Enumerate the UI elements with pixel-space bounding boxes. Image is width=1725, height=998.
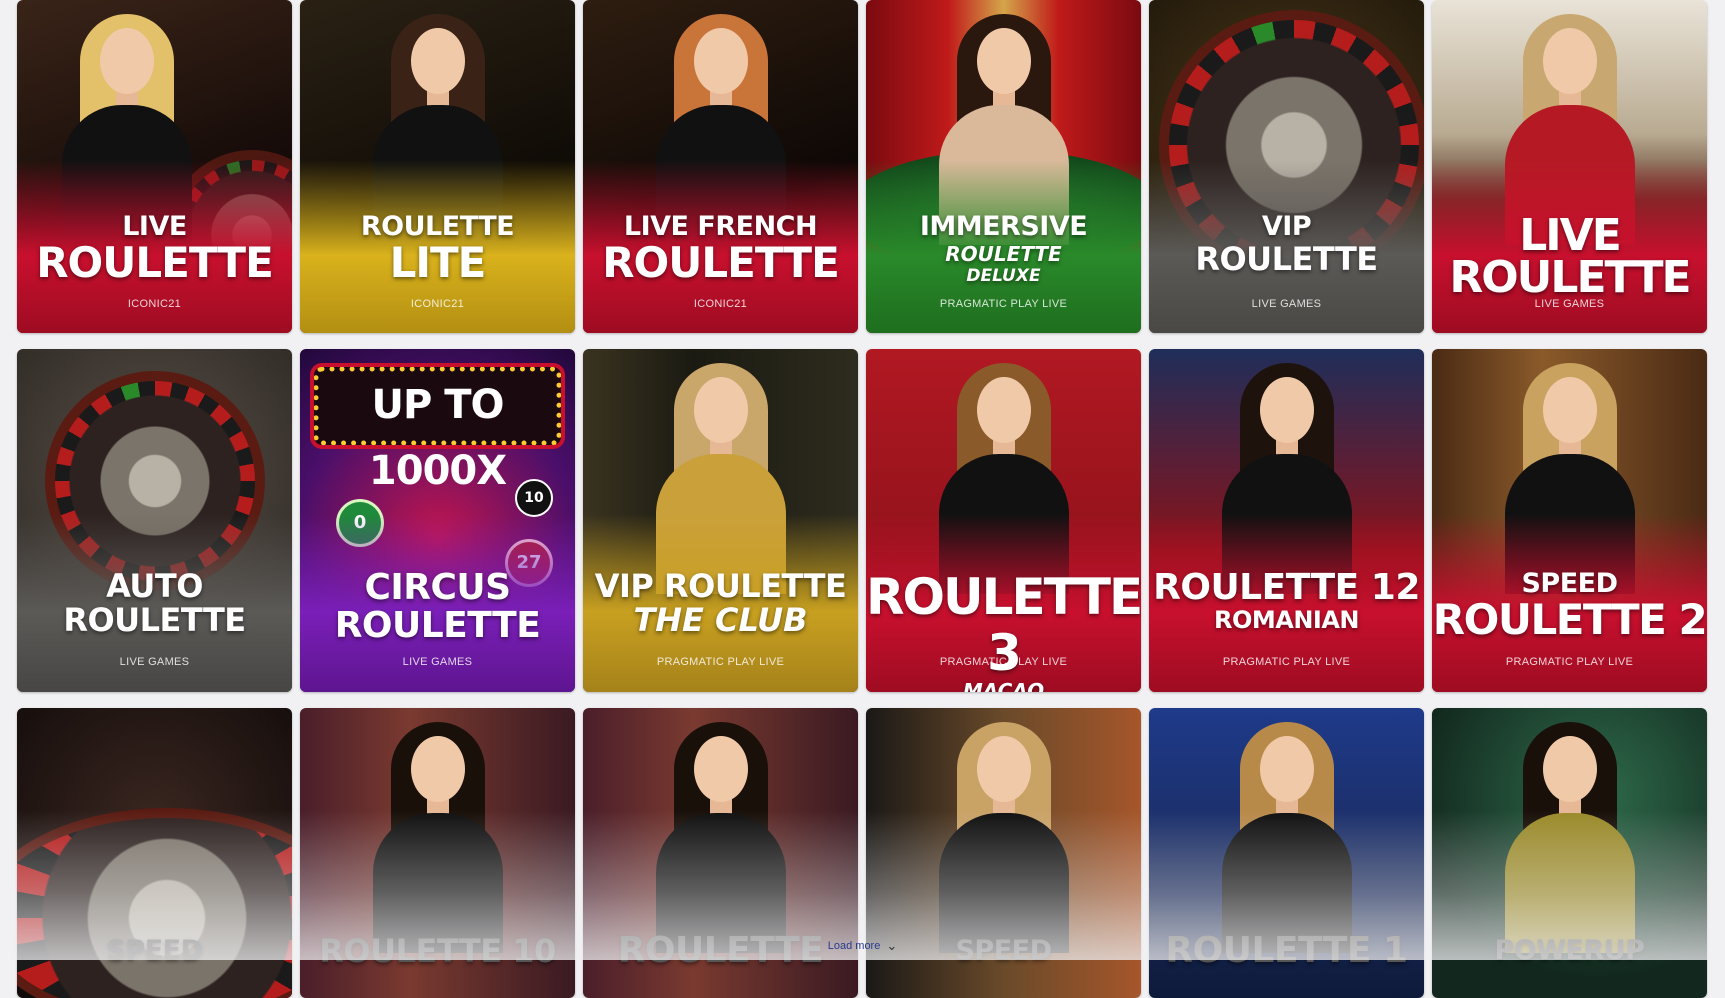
game-provider: PRAGMATIC PLAY LIVE	[939, 656, 1068, 668]
promo-banner: UP TO 1000X	[314, 367, 561, 494]
game-provider: LIVE GAMES	[119, 656, 190, 668]
game-title: LIVE FRENCH ROULETTE	[602, 211, 840, 287]
game-title: SPEED	[955, 935, 1052, 966]
game-title: ROULETTE 1	[1165, 930, 1408, 971]
game-provider: PRAGMATIC PLAY LIVE	[939, 298, 1068, 310]
game-title: VIP ROULETTE	[1195, 211, 1378, 278]
dealer-image	[929, 718, 1079, 953]
roulette-wheel-icon	[17, 808, 292, 998]
game-title: ROULETTE 12 ROMANIAN	[1153, 567, 1420, 634]
game-provider: PRAGMATIC PLAY LIVE	[1505, 656, 1634, 668]
game-title: ROULETTE	[617, 930, 824, 971]
number-badge: 10	[515, 479, 553, 517]
game-tile-speed-roulette-2[interactable]: SPEED ROULETTE 2 PRAGMATIC PLAY LIVE	[1432, 349, 1707, 692]
game-title: ROULETTE 10	[319, 932, 556, 970]
game-tile-roulette-12-romanian[interactable]: ROULETTE 12 ROMANIAN PRAGMATIC PLAY LIVE	[1149, 349, 1424, 692]
game-provider: LIVE GAMES	[402, 656, 473, 668]
game-provider: PRAGMATIC PLAY LIVE	[1222, 656, 1351, 668]
game-tile-live-roulette[interactable]: LIVE ROULETTE ICONIC21	[17, 0, 292, 333]
game-title: POWERUP	[1494, 935, 1645, 966]
game-tile-circus-roulette[interactable]: UP TO 1000X 0 27 10 CIRCUS ROULETTE LIVE…	[300, 349, 575, 692]
game-tile-roulette-lite[interactable]: ROULETTE LITE ICONIC21	[300, 0, 575, 333]
game-provider: ICONIC21	[410, 298, 465, 310]
game-provider: LIVE GAMES	[1251, 298, 1322, 310]
game-tile-roulette-10[interactable]: ROULETTE 10	[300, 708, 575, 998]
game-tile-roulette-3-macao[interactable]: ROULETTE 3 MACAO PRAGMATIC PLAY LIVE	[866, 349, 1141, 692]
game-tile-vip-roulette-the-club[interactable]: VIP ROULETTE THE CLUB PRAGMATIC PLAY LIV…	[583, 349, 858, 692]
game-tile-live-french-roulette[interactable]: LIVE FRENCH ROULETTE ICONIC21	[583, 0, 858, 333]
game-tile-auto-roulette[interactable]: AUTO ROULETTE LIVE GAMES	[17, 349, 292, 692]
game-title: LIVE ROULETTE	[36, 211, 274, 287]
load-more-label: Load more	[827, 940, 881, 952]
game-title: LIVE ROULETTE	[1449, 210, 1691, 303]
dealer-image	[1212, 718, 1362, 953]
game-title: SPEED ROULETTE 2	[1432, 568, 1707, 644]
game-provider: ICONIC21	[693, 298, 748, 310]
game-title: ROULETTE LITE	[360, 211, 515, 287]
game-tile-speed-row3[interactable]: SPEED	[866, 708, 1141, 998]
game-title: SPEED	[106, 935, 203, 966]
game-tile-speed-auto[interactable]: SPEED	[17, 708, 292, 998]
game-provider: PRAGMATIC PLAY LIVE	[656, 656, 785, 668]
game-grid: LIVE ROULETTE ICONIC21 ROULETTE LITE ICO…	[17, 0, 1707, 998]
game-tile-live-roulette-2[interactable]: LIVE ROULETTE LIVE GAMES	[1432, 0, 1707, 333]
game-title: CIRCUS ROULETTE	[334, 567, 541, 646]
game-tile-immersive-roulette-deluxe[interactable]: IMMERSIVE ROULETTE DELUXE PRAGMATIC PLAY…	[866, 0, 1141, 333]
game-tile-vip-roulette[interactable]: VIP ROULETTE LIVE GAMES	[1149, 0, 1424, 333]
dealer-image	[363, 718, 513, 953]
game-title: IMMERSIVE ROULETTE DELUXE	[919, 211, 1088, 287]
game-tile-roulette-1[interactable]: ROULETTE 1	[1149, 708, 1424, 998]
load-more-button[interactable]: Load more ⌄	[828, 938, 898, 954]
dealer-image	[1495, 718, 1645, 953]
game-tile-roulette-row3[interactable]: ROULETTE	[583, 708, 858, 998]
game-title: ROULETTE 3 MACAO	[866, 568, 1141, 692]
game-title: AUTO ROULETTE	[63, 567, 246, 639]
game-provider: LIVE GAMES	[1534, 298, 1605, 310]
game-title: VIP ROULETTE THE CLUB	[594, 567, 847, 639]
game-tile-powerup[interactable]: POWERUP	[1432, 708, 1707, 998]
chevron-down-icon: ⌄	[886, 938, 898, 953]
dealer-image	[646, 718, 796, 953]
game-provider: ICONIC21	[127, 298, 182, 310]
